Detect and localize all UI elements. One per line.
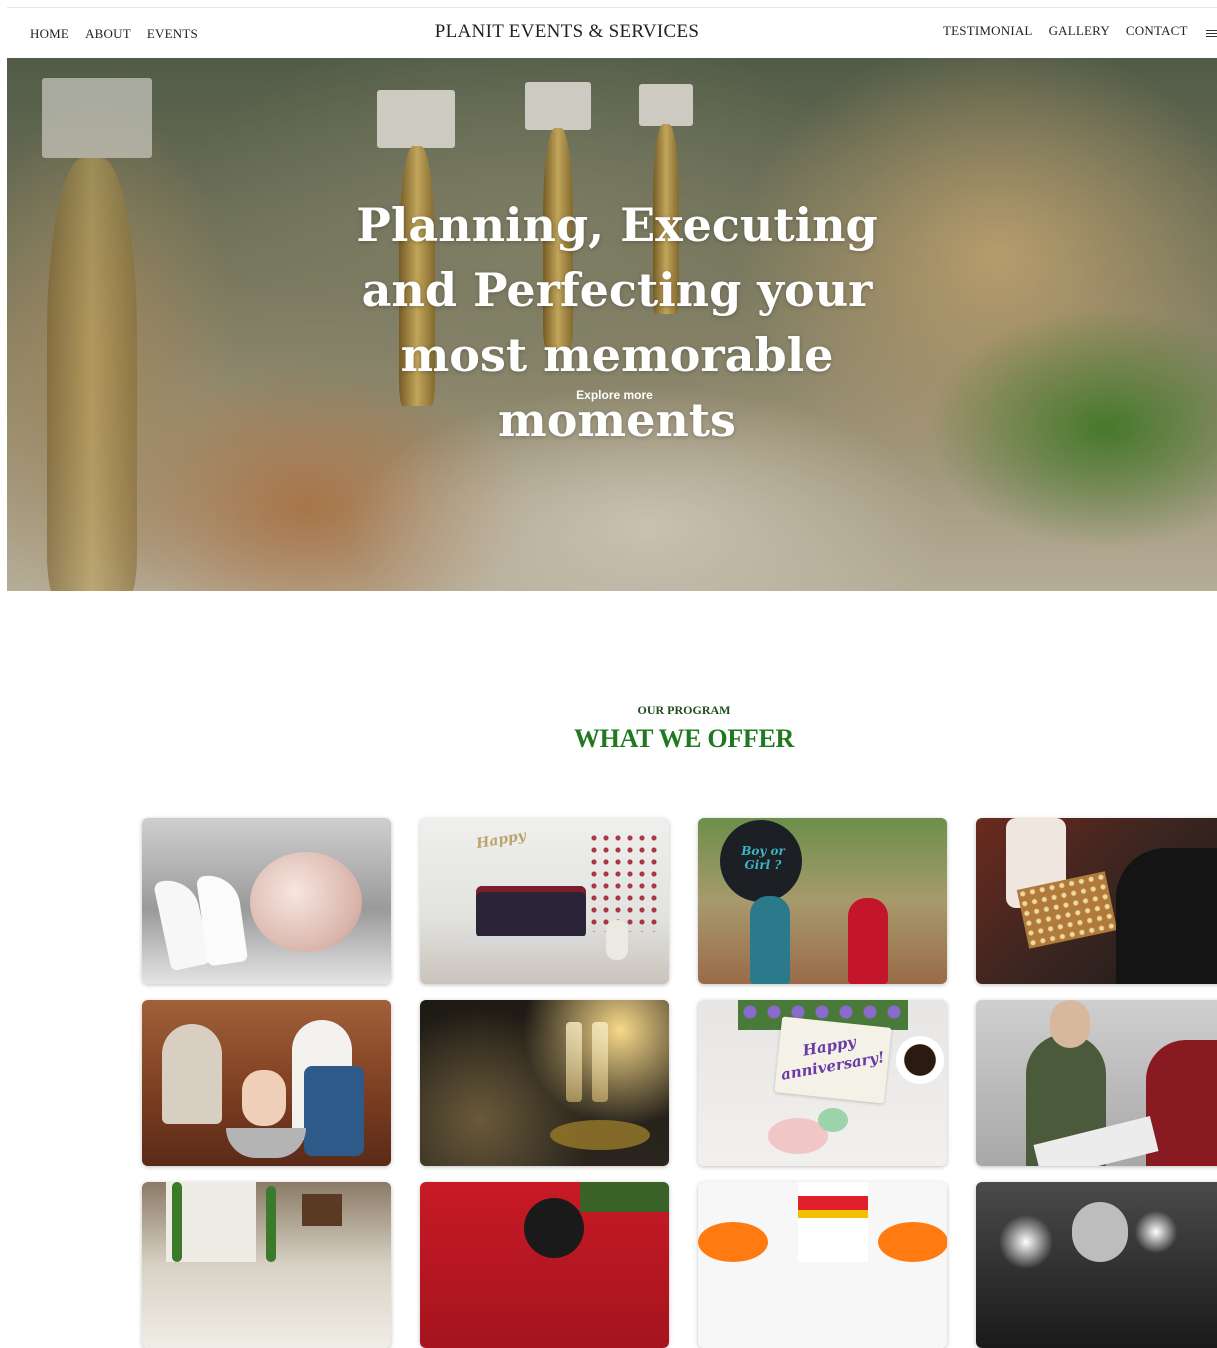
nav-link-testimonial[interactable]: TESTIMONIAL	[943, 23, 1033, 39]
offer-card-dog-party[interactable]	[420, 1182, 669, 1348]
offer-card-meeting[interactable]	[976, 1000, 1217, 1166]
hero-title: Planning, Executing and Perfecting your …	[356, 198, 878, 447]
offer-card-wedding[interactable]	[142, 818, 391, 984]
nav-link-gallery[interactable]: GALLERY	[1049, 23, 1110, 39]
hero-banner: Planning, Executing and Perfecting your …	[7, 58, 1217, 591]
section-heading: WHAT WE OFFER	[573, 724, 795, 753]
hamburger-menu-icon[interactable]	[1205, 28, 1217, 39]
offer-card-champagne[interactable]	[420, 1000, 669, 1166]
offer-card-concert[interactable]	[976, 1182, 1217, 1348]
top-navigation: HOME ABOUT EVENTS PLANIT EVENTS & SERVIC…	[7, 7, 1217, 59]
offer-card-anniversary[interactable]: Happy anniversary!	[698, 1000, 947, 1166]
explore-more-button[interactable]: Explore more	[547, 388, 682, 402]
offer-card-cheerleaders[interactable]	[698, 1182, 947, 1348]
balloon-text: Boy or Girl ?	[741, 844, 785, 872]
offer-card-gift[interactable]	[976, 818, 1217, 984]
offer-card-birthday[interactable]: Happy	[420, 818, 669, 984]
nav-right-links: TESTIMONIAL GALLERY CONTACT	[943, 22, 1217, 39]
offer-card-gender-reveal[interactable]: Boy or Girl ?	[698, 818, 947, 984]
offer-card-decor[interactable]	[142, 1182, 391, 1348]
nav-link-contact[interactable]: CONTACT	[1126, 23, 1188, 39]
offer-card-baptism[interactable]	[142, 1000, 391, 1166]
section-kicker: OUR PROGRAM	[637, 703, 731, 717]
